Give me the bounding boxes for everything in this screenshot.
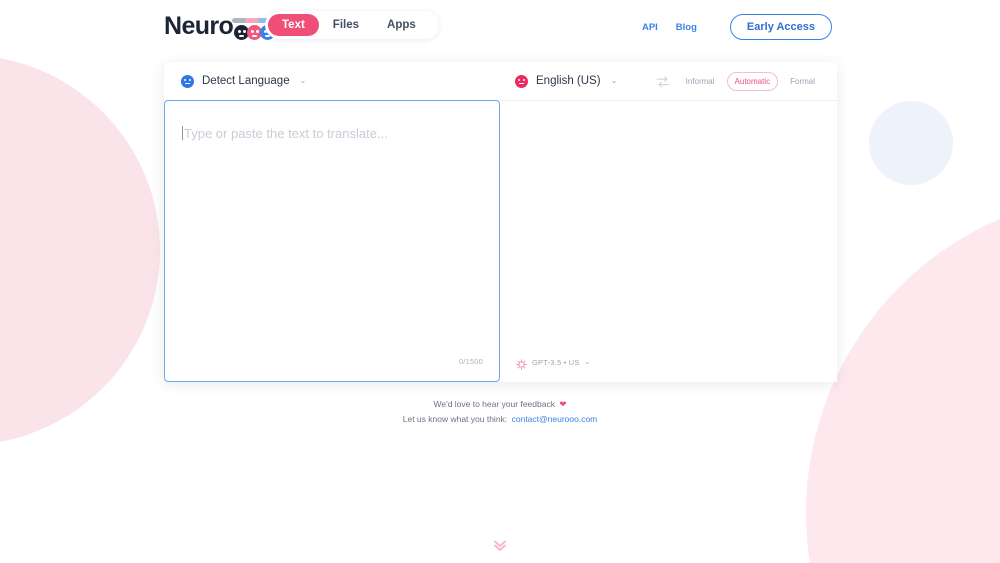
brand-logo[interactable]: Neuro (164, 13, 273, 39)
model-selector[interactable]: GPT-3.5 • US ⌄ (516, 357, 590, 368)
translator-toolbar: Detect Language ⌄ English (US) ⌄ (164, 62, 837, 100)
chevron-down-icon: ⌄ (611, 77, 618, 85)
brand-wordmark: Neuro (164, 14, 233, 39)
target-panel[interactable]: GPT-3.5 • US ⌄ (500, 100, 837, 382)
nav-link-blog[interactable]: Blog (676, 22, 697, 33)
tone-selector: Informal Automatic Formal (678, 72, 823, 91)
target-panel-footer: GPT-3.5 • US ⌄ (500, 348, 837, 382)
mode-tabs: Text Files Apps (265, 11, 439, 39)
chevron-down-icon: ⌄ (585, 359, 591, 366)
tone-option-automatic[interactable]: Automatic (727, 72, 779, 91)
heart-icon: ❤ (559, 399, 566, 409)
early-access-button[interactable]: Early Access (730, 14, 832, 40)
source-textarea[interactable]: Type or paste the text to translate... (165, 101, 499, 347)
model-label: GPT-3.5 • US (532, 358, 580, 367)
model-pink-icon (516, 357, 527, 368)
text-caret (182, 126, 183, 140)
target-language-label: English (US) (536, 75, 601, 87)
site-header: Neuro Text Files Apps (0, 0, 1000, 50)
feedback-block: We'd love to hear your feedback ❤ Let us… (0, 396, 1000, 426)
source-panel[interactable]: Type or paste the text to translate... 0… (164, 100, 500, 382)
feedback-text-primary: We'd love to hear your feedback (433, 399, 554, 409)
tone-option-informal[interactable]: Informal (678, 72, 723, 91)
header-nav: API Blog Early Access (642, 14, 832, 40)
source-language-selector[interactable]: Detect Language ⌄ (181, 75, 306, 88)
tab-text[interactable]: Text (268, 14, 319, 36)
double-chevron-down-icon[interactable] (491, 536, 509, 554)
feedback-text-secondary: Let us know what you think: (403, 414, 507, 424)
target-language-selector[interactable]: English (US) ⌄ (515, 75, 617, 88)
source-panel-footer: 0/1500 (165, 347, 499, 381)
translator-card: Detect Language ⌄ English (US) ⌄ (164, 62, 837, 382)
tab-apps[interactable]: Apps (373, 14, 430, 36)
source-toolbar: Detect Language ⌄ (164, 75, 500, 88)
robot-pink-icon (515, 75, 528, 88)
tone-option-formal[interactable]: Formal (782, 72, 823, 91)
robot-blue-icon (181, 75, 194, 88)
page-root: Neuro Text Files Apps (0, 0, 1000, 563)
swap-languages-icon[interactable] (656, 75, 670, 87)
source-placeholder: Type or paste the text to translate... (184, 126, 388, 141)
tab-files[interactable]: Files (319, 14, 373, 36)
target-output-area (500, 101, 837, 348)
contact-email-link[interactable]: contact@neurooo.com (512, 414, 598, 424)
translator-panels: Type or paste the text to translate... 0… (164, 100, 837, 382)
feedback-line-2: Let us know what you think: contact@neur… (0, 411, 1000, 426)
source-language-label: Detect Language (202, 75, 290, 87)
chevron-down-icon: ⌄ (300, 77, 307, 85)
feedback-line-1: We'd love to hear your feedback ❤ (0, 396, 1000, 411)
character-counter: 0/1500 (459, 357, 483, 366)
nav-link-api[interactable]: API (642, 22, 658, 33)
